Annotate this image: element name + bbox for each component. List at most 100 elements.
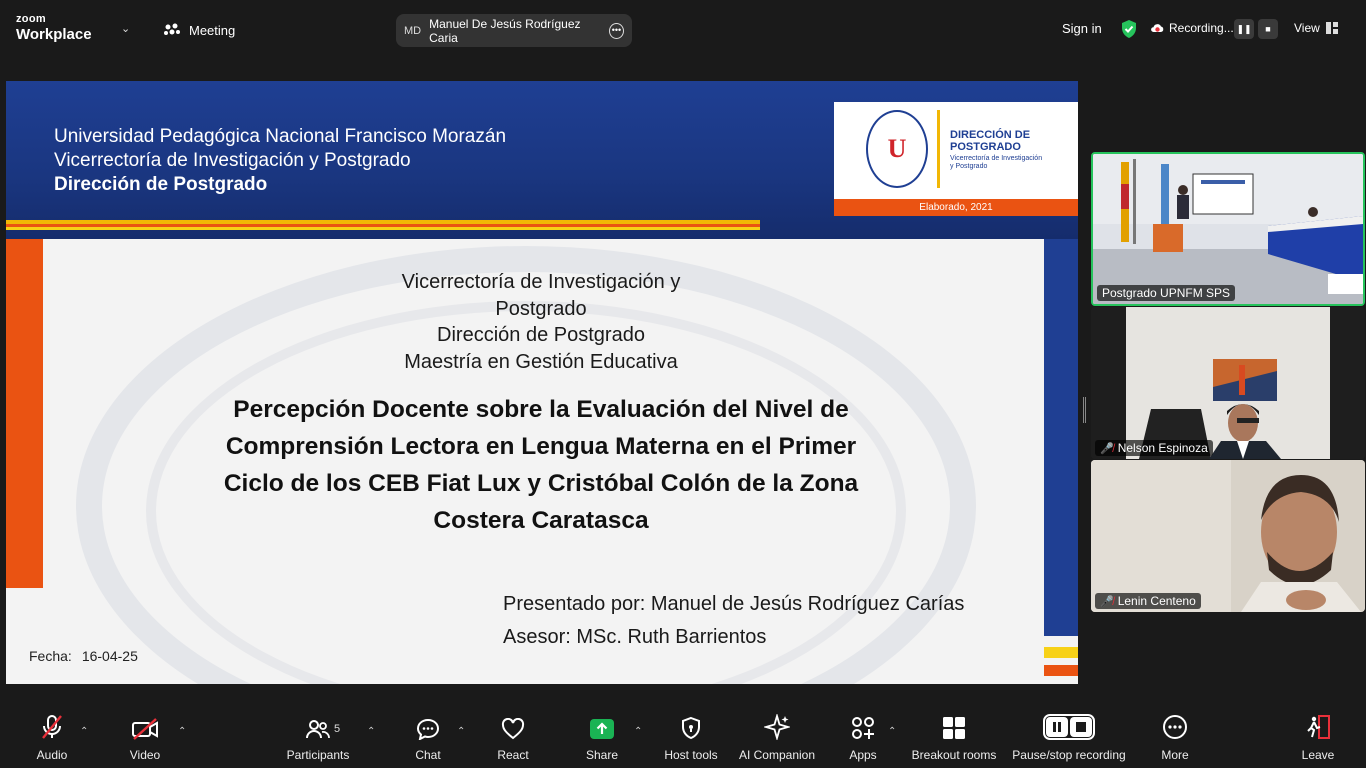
logo-title: DIRECCIÓN DE POSTGRADO [950, 129, 1031, 153]
header-vicerrectoria: Vicerrectoría de Investigación y Postgra… [54, 150, 411, 171]
shield-icon [682, 716, 700, 740]
apps-label: Apps [849, 748, 877, 762]
breakout-rooms-icon [943, 717, 965, 739]
speaker-initials: MD [404, 24, 422, 37]
breakout-rooms-button[interactable]: Breakout rooms [909, 710, 999, 768]
share-options-caret[interactable]: ⌃ [634, 726, 642, 737]
audio-options-caret[interactable]: ⌃ [80, 726, 88, 737]
ai-companion-button[interactable]: AI Companion [735, 710, 819, 768]
logo-subtitle: Vicerrectoría de Investigación y Postgrad… [950, 155, 1043, 170]
pause-stop-icon [1043, 714, 1095, 740]
header-stripe-yellow-2 [6, 227, 760, 230]
advisor: Asesor: MSc. Ruth Barrientos [503, 626, 767, 648]
slide-subtitle-1: Vicerrectoría de Investigación y [401, 271, 681, 293]
slide-subtitle-4: Maestría en Gestión Educativa [404, 351, 678, 373]
stop-recording-icon[interactable]: ■ [1258, 19, 1278, 39]
meeting-label: Meeting [189, 22, 236, 38]
ai-sparkle-icon [764, 714, 790, 740]
participants-count: 5 [334, 723, 341, 735]
chat-button[interactable]: Chat [408, 710, 448, 768]
date-label: Fecha: [29, 648, 72, 664]
recording-controls: ❚❚ ■ [1234, 19, 1278, 39]
brand-top: zoom [16, 13, 46, 25]
more-options-icon[interactable]: ••• [608, 22, 624, 39]
camera-off-icon [132, 718, 158, 740]
participants-icon [306, 720, 330, 739]
more-label: More [1161, 748, 1189, 762]
participant-video [1091, 460, 1365, 612]
react-label: React [497, 748, 529, 762]
heart-icon [501, 718, 525, 740]
participants-options-caret[interactable]: ⌃ [367, 726, 375, 737]
view-label: View [1294, 21, 1320, 35]
slide-left-accent-bar [6, 239, 43, 588]
leave-label: Leave [1301, 748, 1335, 762]
participant-video [1091, 307, 1365, 459]
recording-label: Recording... [1169, 21, 1234, 35]
share-screen-icon [590, 719, 614, 739]
slide-yellow-stripe [1044, 647, 1078, 658]
apps-button[interactable]: Apps [843, 710, 883, 768]
postgrado-logo: U DIRECCIÓN DE POSTGRADO Vicerrectoría de… [834, 102, 1078, 199]
chat-options-caret[interactable]: ⌃ [457, 726, 465, 737]
security-shield-icon[interactable] [1120, 19, 1138, 44]
recording-indicator[interactable]: Recording... [1150, 21, 1234, 35]
participant-name-tag: 🎤̸ Nelson Espinoza [1095, 440, 1213, 456]
conference-room-video [1093, 154, 1363, 304]
logo-divider [937, 110, 940, 188]
active-speaker-pill[interactable]: MD Manuel De Jesús Rodríguez Caria ••• [396, 14, 632, 47]
elaborado-label: Elaborado, 2021 [834, 199, 1078, 216]
top-bar: zoom Workplace ⌄ Meeting MD Manuel De Je… [0, 0, 1366, 58]
meeting-toolbar: Audio ⌃ Video ⌃ Participants 5 ⌃ Chat ⌃ … [0, 710, 1366, 768]
participants-button[interactable]: Participants [283, 710, 353, 768]
grid-view-icon [1325, 22, 1338, 34]
participants-label: Participants [286, 748, 350, 762]
zoom-logo[interactable]: zoom Workplace [16, 13, 92, 43]
thesis-title: Percepción Docente sobre la Evaluación d… [176, 391, 906, 539]
shared-screen-slide: Universidad Pedagógica Nacional Francisc… [6, 81, 1078, 684]
view-menu[interactable]: View [1294, 21, 1338, 35]
mic-muted-icon: 🎤̸ [1100, 442, 1114, 455]
chevron-down-icon[interactable]: ⌄ [121, 22, 130, 35]
leave-button[interactable]: Leave [1298, 710, 1338, 768]
slide-header: Universidad Pedagógica Nacional Francisc… [6, 81, 1078, 239]
ai-companion-label: AI Companion [738, 748, 816, 762]
video-options-caret[interactable]: ⌃ [178, 726, 186, 737]
cloud-record-icon [1151, 24, 1164, 32]
thesis-title-line: Percepción Docente sobre la Evaluación d… [233, 396, 849, 423]
chat-label: Chat [415, 748, 441, 762]
panel-resize-handle[interactable] [1083, 397, 1086, 423]
audio-button[interactable]: Audio [30, 710, 74, 768]
slide-subtitle-3: Dirección de Postgrado [437, 324, 645, 346]
video-tile-nelson[interactable]: 🎤̸ Nelson Espinoza [1091, 307, 1365, 459]
video-button[interactable]: Video [124, 710, 166, 768]
thesis-title-line: Costera Caratasca [433, 507, 649, 534]
date-value: 16-04-25 [81, 648, 138, 664]
pause-recording-icon[interactable]: ❚❚ [1234, 19, 1254, 39]
presented-by: Presentado por: Manuel de Jesús Rodrígue… [503, 593, 965, 615]
slide-orange-stripe [1044, 665, 1078, 676]
meeting-icon [164, 23, 180, 35]
speaker-name: Manuel De Jesús Rodríguez Caria [429, 16, 581, 45]
pause-stop-recording-label: Pause/stop recording [1012, 748, 1126, 762]
share-button[interactable]: Share [581, 710, 623, 768]
chat-icon [416, 718, 440, 740]
thesis-title-line: Comprensión Lectora en Lengua Materna en… [225, 433, 857, 460]
breakout-rooms-label: Breakout rooms [911, 748, 997, 762]
apps-options-caret[interactable]: ⌃ [888, 726, 896, 737]
header-direccion: Dirección de Postgrado [54, 174, 268, 195]
sign-in-link[interactable]: Sign in [1062, 21, 1102, 36]
video-tile-postgrado[interactable]: Postgrado UPNFM SPS [1091, 152, 1365, 306]
slide-subtitle-2: Postgrado [495, 298, 587, 320]
share-label: Share [585, 748, 619, 762]
video-label: Video [129, 748, 161, 762]
react-button[interactable]: React [493, 710, 533, 768]
participant-name-tag: Postgrado UPNFM SPS [1097, 285, 1236, 301]
header-university: Universidad Pedagógica Nacional Francisc… [54, 126, 507, 147]
pause-stop-recording-button[interactable]: Pause/stop recording [1010, 710, 1128, 768]
video-tile-lenin[interactable]: 🎤̸ Lenin Centeno [1091, 460, 1365, 612]
meeting-menu[interactable]: Meeting [163, 22, 235, 38]
more-button[interactable]: More [1155, 710, 1195, 768]
host-tools-button[interactable]: Host tools [660, 710, 722, 768]
slide-right-accent-bar [1044, 239, 1078, 636]
